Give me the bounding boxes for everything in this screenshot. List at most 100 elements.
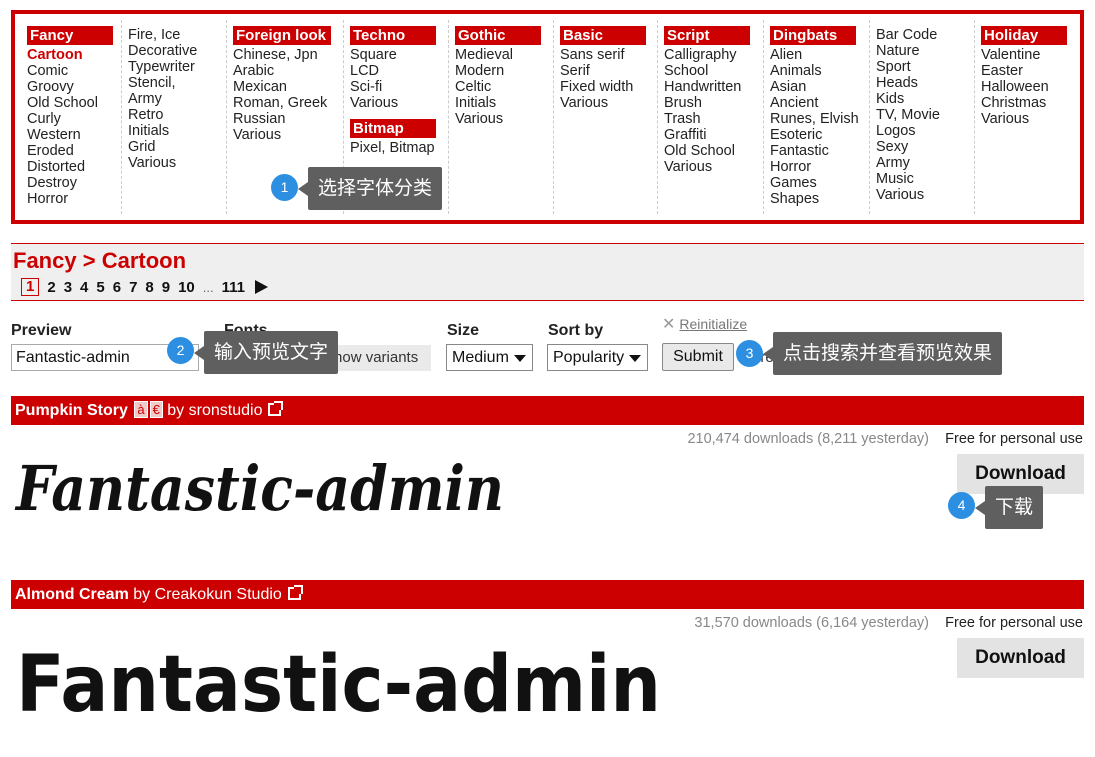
category-item[interactable]: Various [455,111,551,127]
category-item[interactable]: Horror [770,159,867,175]
category-item[interactable]: Old School [27,95,119,111]
category-item[interactable]: Various [664,159,761,175]
category-item[interactable]: Ancient [770,95,867,111]
font-name-link[interactable]: Pumpkin Story [15,402,128,419]
category-item[interactable]: Handwritten [664,79,761,95]
category-item[interactable]: Nature [876,43,973,59]
page-link[interactable]: 6 [113,279,121,296]
category-head-script[interactable]: Script [664,26,750,45]
category-item[interactable]: Runes, Elvish [770,111,867,127]
download-button[interactable]: Download [957,638,1084,678]
category-item[interactable]: Halloween [981,79,1078,95]
category-item[interactable]: Easter [981,63,1078,79]
page-link[interactable]: 10 [178,279,195,296]
category-item[interactable]: Initials [128,123,225,139]
category-item[interactable]: Music [876,171,973,187]
category-item[interactable]: Graffiti [664,127,761,143]
category-item[interactable]: Celtic [455,79,551,95]
category-item[interactable]: Typewriter [128,59,225,75]
page-link[interactable]: 4 [80,279,88,296]
category-item[interactable]: Various [981,111,1078,127]
breadcrumb-parent[interactable]: Fancy [13,248,77,273]
category-item[interactable]: Western [27,127,119,143]
category-item[interactable]: Horror [27,191,119,207]
category-item[interactable]: Sans serif [560,47,656,63]
category-item[interactable]: Groovy [27,79,119,95]
external-link-icon[interactable] [268,401,284,416]
category-item[interactable]: Fire, Ice [128,27,225,43]
category-item[interactable]: Sport [876,59,973,75]
sort-select[interactable]: Popularity [547,344,648,371]
category-item[interactable]: Curly [27,111,119,127]
category-head-basic[interactable]: Basic [560,26,646,45]
category-item[interactable]: Army [876,155,973,171]
category-item[interactable]: School [664,63,761,79]
category-item[interactable]: Decorative [128,43,225,59]
category-item[interactable]: Various [876,187,973,203]
category-item[interactable]: Bar Code [876,27,973,43]
category-head-techno[interactable]: Techno [350,26,436,45]
font-name-link[interactable]: Almond Cream [15,586,129,603]
category-item[interactable]: Asian [770,79,867,95]
author-link[interactable]: Creakokun Studio [155,586,282,603]
category-item[interactable]: Various [560,95,656,111]
category-item[interactable]: Mexican [233,79,342,95]
category-item[interactable]: Medieval [455,47,551,63]
category-item[interactable]: Various [350,95,446,111]
category-item[interactable]: Calligraphy [664,47,761,63]
page-link[interactable]: 9 [162,279,170,296]
page-link[interactable]: 8 [145,279,153,296]
category-item[interactable]: Alien [770,47,867,63]
category-item[interactable]: Stencil, [128,75,225,91]
category-head-bitmap[interactable]: Bitmap [350,119,436,138]
external-link-icon[interactable] [287,585,303,600]
category-item[interactable]: Animals [770,63,867,79]
category-item[interactable]: Square [350,47,446,63]
category-head-holiday[interactable]: Holiday [981,26,1067,45]
category-item[interactable]: Kids [876,91,973,107]
category-item[interactable]: Pixel, Bitmap [350,140,446,156]
category-item[interactable]: Roman, Greek [233,95,342,111]
page-link[interactable]: 5 [96,279,104,296]
author-link[interactable]: sronstudio [189,402,263,419]
category-item[interactable]: Fantastic [770,143,867,159]
category-item[interactable]: Christmas [981,95,1078,111]
category-head-gothic[interactable]: Gothic [455,26,541,45]
size-select[interactable]: Medium [446,344,533,371]
category-item[interactable]: Shapes [770,191,867,207]
category-item[interactable]: TV, Movie [876,107,973,123]
category-item[interactable]: Distorted [27,159,119,175]
category-item[interactable]: Logos [876,123,973,139]
category-item[interactable]: Eroded [27,143,119,159]
category-item[interactable]: Various [128,155,225,171]
category-item[interactable]: Grid [128,139,225,155]
category-item[interactable]: Various [233,127,342,143]
page-link[interactable]: 3 [64,279,72,296]
reinitialize-link[interactable]: ✕ Reinitialize [662,314,747,334]
category-item[interactable]: Destroy [27,175,119,191]
category-item[interactable]: Arabic [233,63,342,79]
category-item[interactable]: Old School [664,143,761,159]
category-item[interactable]: Trash [664,111,761,127]
category-item[interactable]: Brush [664,95,761,111]
category-item[interactable]: Comic [27,63,119,79]
next-page-arrow-icon[interactable] [255,280,268,294]
category-item[interactable]: Games [770,175,867,191]
page-link-last[interactable]: 111 [222,279,245,296]
category-item[interactable]: Serif [560,63,656,79]
category-item[interactable]: Sexy [876,139,973,155]
category-item-cartoon[interactable]: Cartoon [27,47,119,63]
category-item[interactable]: Fixed width [560,79,656,95]
category-item[interactable]: Sci-fi [350,79,446,95]
category-item[interactable]: LCD [350,63,446,79]
category-item[interactable]: Army [128,91,225,107]
category-item[interactable]: Valentine [981,47,1078,63]
category-item[interactable]: Heads [876,75,973,91]
category-item[interactable]: Modern [455,63,551,79]
category-item[interactable]: Chinese, Jpn [233,47,342,63]
category-item[interactable]: Russian [233,111,342,127]
category-item[interactable]: Retro [128,107,225,123]
category-head-foreign-look[interactable]: Foreign look [233,26,331,45]
category-head-dingbats[interactable]: Dingbats [770,26,856,45]
category-item[interactable]: Initials [455,95,551,111]
